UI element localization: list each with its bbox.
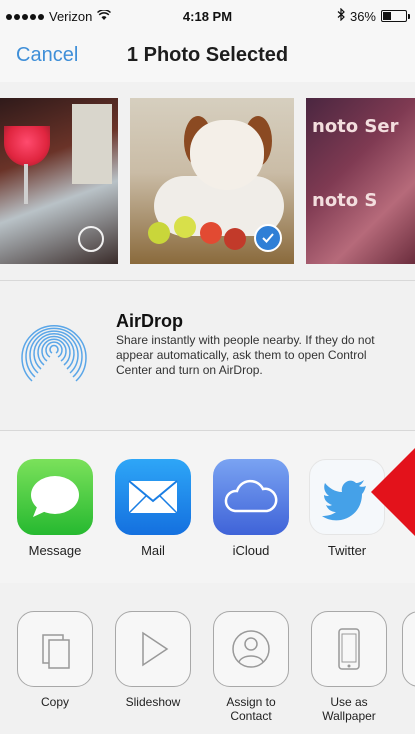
action-copy[interactable]: Copy [10, 611, 100, 709]
share-label-mail: Mail [141, 543, 165, 558]
airdrop-description: Share instantly with people nearby. If t… [116, 333, 375, 377]
share-icloud[interactable]: iCloud [210, 459, 292, 558]
photo-overlay-text: noto S [312, 190, 378, 211]
action-more-partial[interactable] [402, 611, 415, 687]
slideshow-icon[interactable] [115, 611, 191, 687]
action-wallpaper[interactable]: Use as Wallpaper [304, 611, 394, 723]
photo-toy [200, 222, 222, 244]
copy-icon[interactable] [17, 611, 93, 687]
action-label-wallpaper: Use as Wallpaper [322, 695, 376, 723]
battery-percent: 36% [349, 8, 376, 24]
status-bar: Verizon 4:18 PM 36% [0, 0, 415, 32]
action-assign-contact[interactable]: Assign to Contact [206, 611, 296, 723]
photo-strip[interactable]: noto Ser noto S [0, 82, 415, 280]
action-slideshow[interactable]: Slideshow [108, 611, 198, 709]
airdrop-panel: AirDrop Share instantly with people near… [0, 280, 415, 431]
airdrop-title: AirDrop [116, 311, 183, 331]
share-label-message: Message [28, 543, 82, 558]
mail-icon[interactable] [115, 459, 191, 535]
share-label-twitter: Twitter [327, 543, 367, 558]
action-label-assign-contact: Assign to Contact [226, 695, 276, 723]
photo-subject-stem [24, 164, 28, 204]
photo-thumbnail-2[interactable] [130, 98, 294, 264]
action-label-copy: Copy [40, 695, 69, 709]
message-icon[interactable] [17, 459, 93, 535]
photo-background [72, 104, 112, 184]
share-message[interactable]: Message [14, 459, 96, 558]
photo-overlay-text: noto Ser [312, 116, 399, 137]
photo-toy [174, 216, 196, 238]
selected-checkmark-icon[interactable] [254, 224, 282, 252]
action-label-slideshow: Slideshow [125, 695, 181, 709]
nav-bar: 1 Photo Selected Cancel [0, 32, 415, 82]
bluetooth-icon [337, 7, 345, 24]
action-row[interactable]: Copy Slideshow Assign to Contact Use as … [0, 583, 415, 734]
photo-toy [224, 228, 246, 250]
photo-subject-head [190, 120, 264, 190]
photo-thumbnail-1[interactable] [0, 98, 118, 264]
photo-thumbnail-3[interactable]: noto Ser noto S [306, 98, 415, 264]
share-label-icloud: iCloud [232, 543, 270, 558]
battery-icon [381, 10, 410, 22]
photo-subject [4, 126, 50, 166]
cancel-button[interactable]: Cancel [16, 44, 78, 67]
airdrop-icon [18, 311, 90, 383]
wallpaper-icon[interactable] [311, 611, 387, 687]
icloud-icon[interactable] [213, 459, 289, 535]
battery-fill [383, 12, 391, 20]
photo-toy [148, 222, 170, 244]
action-icon-partial[interactable] [402, 611, 415, 687]
status-right: 36% [337, 7, 410, 24]
share-apps-row[interactable]: Message Mail iCloud Twitter [0, 430, 415, 584]
share-mail[interactable]: Mail [112, 459, 194, 558]
contact-icon[interactable] [213, 611, 289, 687]
unselected-circle-icon[interactable] [78, 226, 104, 252]
annotation-arrow [371, 448, 415, 536]
